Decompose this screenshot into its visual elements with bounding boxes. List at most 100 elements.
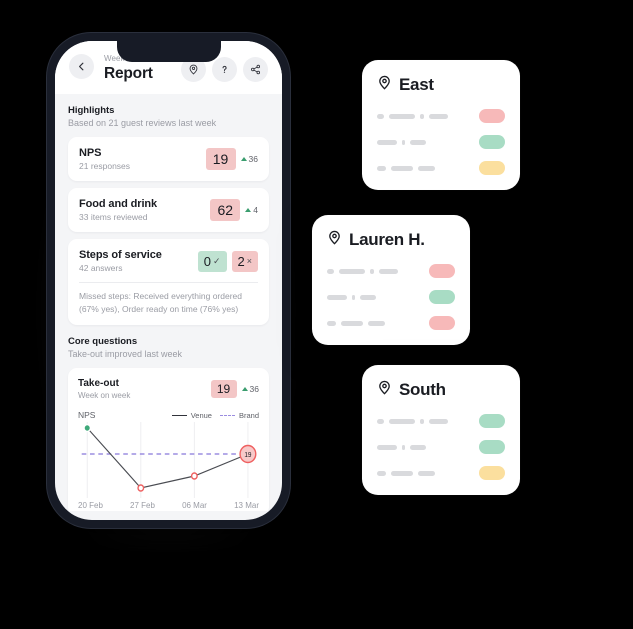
highlight-card-steps-of-service[interactable]: Steps of service 42 answers 0 ✓ 2 × Miss… xyxy=(68,239,269,325)
chart-svg: 19 xyxy=(81,422,257,498)
highlight-card-food-and-drink[interactable]: Food and drink 33 items reviewed 62 4 xyxy=(68,188,269,232)
list-item xyxy=(327,264,455,278)
legend-swatch-solid xyxy=(171,414,187,416)
placeholder-text xyxy=(377,470,435,476)
metric-name: Steps of service xyxy=(79,249,162,261)
phone-screen: Week of March 13 Report xyxy=(55,41,282,520)
share-icon xyxy=(250,64,261,75)
placeholder-text xyxy=(327,294,376,300)
chart-delta-indicator: 36 xyxy=(241,384,259,394)
data-point xyxy=(137,484,145,492)
floating-card-lauren-h[interactable]: Lauren H. xyxy=(312,215,470,345)
status-pill xyxy=(429,264,455,278)
back-button[interactable] xyxy=(69,54,94,79)
delta-value: 4 xyxy=(253,205,258,215)
list-item xyxy=(377,440,505,454)
cross-icon: × xyxy=(246,255,252,266)
data-point xyxy=(190,472,198,480)
app-scroll-body[interactable]: Highlights Based on 21 guest reviews las… xyxy=(55,94,282,511)
floating-card-title: East xyxy=(399,75,434,94)
floating-card-header: Lauren H. xyxy=(327,229,455,250)
score-badge: 62 xyxy=(210,199,241,221)
highlights-header: Highlights Based on 21 guest reviews las… xyxy=(68,104,269,130)
list-item xyxy=(327,316,455,330)
status-pill xyxy=(429,316,455,330)
y-axis-label: NPS xyxy=(78,410,96,420)
list-item xyxy=(327,290,455,304)
chart-plot-area: 19 xyxy=(78,422,259,498)
share-button[interactable] xyxy=(243,57,268,82)
delta-indicator: 4 xyxy=(245,205,258,215)
chart-subtitle: Week on week xyxy=(78,391,131,400)
phone-mockup: Week of March 13 Report xyxy=(31,19,306,548)
status-pill xyxy=(479,440,505,454)
chart-legend: Venue Brand xyxy=(171,410,259,420)
core-questions-header: Core questions Take-out improved last we… xyxy=(68,335,269,361)
metric-sub: 42 answers xyxy=(79,263,123,273)
passed-steps-badge: 0 ✓ xyxy=(197,250,227,272)
floating-card-title: Lauren H. xyxy=(349,230,425,249)
core-questions-subtitle: Take-out improved last week xyxy=(68,349,183,359)
placeholder-text xyxy=(377,139,426,145)
missed-steps-badge: 2 × xyxy=(231,250,258,272)
triangle-up-icon xyxy=(240,157,247,161)
chart-value-group: 19 36 xyxy=(210,380,259,398)
data-point-label: 19 xyxy=(244,452,251,459)
list-item xyxy=(377,135,505,149)
floating-card-south[interactable]: South xyxy=(362,365,520,495)
phone-frame: Week of March 13 Report xyxy=(47,33,290,528)
x-tick: 13 Mar xyxy=(234,501,259,510)
list-item xyxy=(377,466,505,480)
status-pill xyxy=(479,414,505,428)
legend-item-brand: Brand xyxy=(219,410,259,420)
metric-value-group: 62 4 xyxy=(210,199,258,221)
legend-label: Venue xyxy=(190,410,212,420)
floating-card-title: South xyxy=(399,380,446,399)
metric-sub: 33 items reviewed xyxy=(79,212,148,222)
phone-notch xyxy=(116,41,221,62)
floating-card-header: East xyxy=(377,74,505,95)
delta-indicator: 36 xyxy=(240,154,258,164)
metric-text: NPS 21 responses xyxy=(79,146,130,172)
list-item xyxy=(377,109,505,123)
missed-count: 2 xyxy=(237,253,245,269)
legend-item-venue: Venue xyxy=(171,410,212,420)
floating-card-header: South xyxy=(377,379,505,400)
x-tick: 06 Mar xyxy=(182,501,207,510)
chart-title: Take-out xyxy=(78,378,119,389)
chart-x-axis: 20 Feb 27 Feb 06 Mar 13 Mar xyxy=(78,498,259,510)
check-icon: ✓ xyxy=(212,255,221,266)
metric-value-group: 19 36 xyxy=(205,148,258,170)
chart-legend-row: NPS Venue Brand xyxy=(78,410,259,420)
question-mark-icon xyxy=(219,64,230,75)
venue-line xyxy=(86,427,249,489)
highlight-card-nps[interactable]: NPS 21 responses 19 36 xyxy=(68,137,269,181)
x-tick: 20 Feb xyxy=(78,501,103,510)
chart-card-take-out[interactable]: Take-out Week on week 19 36 NPS Venue Br… xyxy=(68,368,269,511)
legend-label: Brand xyxy=(238,410,259,420)
list-item xyxy=(377,161,505,175)
location-pin-icon xyxy=(188,64,199,75)
placeholder-text xyxy=(327,268,398,274)
page-title: Report xyxy=(104,65,153,82)
metric-name: Food and drink xyxy=(79,198,158,210)
x-tick: 27 Feb xyxy=(130,501,155,510)
location-pin-icon xyxy=(377,75,392,95)
placeholder-text xyxy=(377,418,448,424)
status-pill xyxy=(479,109,505,123)
arrow-left-icon xyxy=(76,61,87,72)
data-point xyxy=(83,423,92,433)
placeholder-text xyxy=(327,320,385,326)
status-pill xyxy=(479,466,505,480)
triangle-up-icon xyxy=(241,387,248,391)
floating-card-east[interactable]: East xyxy=(362,60,520,190)
metric-text: Food and drink 33 items reviewed xyxy=(79,197,157,223)
metric-text: Steps of service 42 answers xyxy=(79,248,162,274)
metric-sub: 21 responses xyxy=(79,161,131,171)
passed-count: 0 xyxy=(203,253,211,269)
location-pin-icon xyxy=(327,230,342,250)
card-divider xyxy=(79,282,258,283)
highlights-title: Highlights xyxy=(68,105,115,116)
status-pill xyxy=(479,161,505,175)
help-button[interactable] xyxy=(212,57,237,82)
